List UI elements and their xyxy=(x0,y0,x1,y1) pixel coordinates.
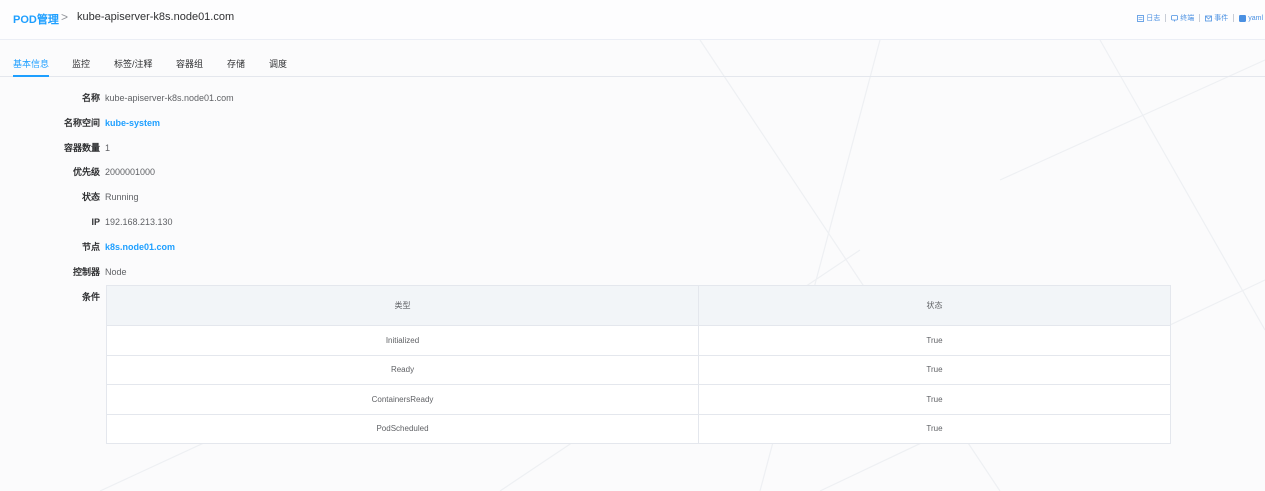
log-button[interactable]: 日志 xyxy=(1137,13,1160,23)
namespace-link[interactable]: kube-system xyxy=(105,117,160,129)
container-count-value: 1 xyxy=(105,143,111,153)
condition-status-cell: True xyxy=(698,354,1171,385)
event-icon xyxy=(1205,15,1213,21)
conditions-table: 类型 状态 Initialized True Ready True Contai… xyxy=(106,285,1171,444)
divider xyxy=(1165,14,1167,22)
status-label: 状态 xyxy=(81,192,100,202)
condition-type-cell: Initialized xyxy=(106,325,699,356)
status-value: Running xyxy=(105,192,139,202)
divider xyxy=(1199,14,1201,22)
condition-type-cell: PodScheduled xyxy=(106,413,699,444)
terminal-button[interactable]: 终端 xyxy=(1171,13,1194,23)
ip-value: 192.168.213.130 xyxy=(105,217,173,227)
name-value: kube-apiserver-k8s.node01.com xyxy=(105,93,234,103)
namespace-label: 名称空间 xyxy=(63,118,100,128)
ip-label: IP xyxy=(91,217,100,227)
top-bar: POD管理 > kube-apiserver-k8s.node01.com 日志… xyxy=(0,0,1265,40)
tab-bar: 基本信息 监控 标签/注释 容器组 存储 调度 xyxy=(0,58,1265,77)
tab-labels-annotations[interactable]: 标签/注释 xyxy=(114,58,153,77)
condition-type-cell: Ready xyxy=(106,354,699,385)
condition-status-cell: True xyxy=(698,384,1171,415)
event-button[interactable]: 事件 xyxy=(1205,13,1228,23)
breadcrumb-current-pod: kube-apiserver-k8s.node01.com xyxy=(77,11,235,23)
container-count-label: 容器数量 xyxy=(63,143,100,153)
column-header-status: 状态 xyxy=(698,285,1171,326)
condition-status-cell: True xyxy=(698,325,1171,356)
divider xyxy=(1233,14,1235,22)
info-row-namespace: 名称空间 kube-system xyxy=(0,117,700,131)
table-header-row: 类型 状态 xyxy=(106,285,1171,326)
table-row: ContainersReady True xyxy=(106,384,1171,415)
controller-value: Node xyxy=(105,267,127,277)
conditions-label: 条件 xyxy=(81,292,100,302)
info-row-controller: 控制器 Node xyxy=(0,266,700,280)
tab-basic-info[interactable]: 基本信息 xyxy=(13,58,50,77)
priority-label: 优先级 xyxy=(72,167,100,177)
name-label: 名称 xyxy=(81,93,100,103)
header-actions: 日志 终端 事件 yaml xyxy=(1137,13,1263,23)
log-icon xyxy=(1137,14,1145,22)
info-row-status: 状态 Running xyxy=(0,191,700,205)
tab-containers[interactable]: 容器组 xyxy=(176,58,203,77)
tab-scheduling[interactable]: 调度 xyxy=(269,58,287,77)
table-row: Ready True xyxy=(106,354,1171,385)
chevron-right-icon: > xyxy=(61,10,69,24)
yaml-icon xyxy=(1239,14,1247,22)
yaml-label: yaml xyxy=(1248,14,1263,22)
terminal-label: 终端 xyxy=(1180,15,1195,22)
yaml-button[interactable]: yaml xyxy=(1239,14,1263,22)
info-row-priority: 优先级 2000001000 xyxy=(0,166,700,180)
column-header-type: 类型 xyxy=(106,285,699,326)
condition-type-cell: ContainersReady xyxy=(106,384,699,415)
tab-storage[interactable]: 存储 xyxy=(227,58,245,77)
info-row-node: 节点 k8s.node01.com xyxy=(0,241,700,255)
log-label: 日志 xyxy=(1146,15,1161,22)
breadcrumb-pod-management[interactable]: POD管理 xyxy=(13,11,59,27)
table-row: PodScheduled True xyxy=(106,413,1171,444)
condition-status-cell: True xyxy=(698,413,1171,444)
info-row-ip: IP 192.168.213.130 xyxy=(0,216,700,230)
controller-label: 控制器 xyxy=(72,267,100,277)
node-link[interactable]: k8s.node01.com xyxy=(105,241,175,253)
info-row-container-count: 容器数量 1 xyxy=(0,142,700,156)
tab-monitoring[interactable]: 监控 xyxy=(72,58,90,77)
table-row: Initialized True xyxy=(106,325,1171,356)
priority-value: 2000001000 xyxy=(105,167,156,177)
node-label: 节点 xyxy=(81,242,100,252)
info-row-name: 名称 kube-apiserver-k8s.node01.com xyxy=(0,92,700,106)
event-label: 事件 xyxy=(1214,15,1229,22)
terminal-icon xyxy=(1171,14,1179,21)
